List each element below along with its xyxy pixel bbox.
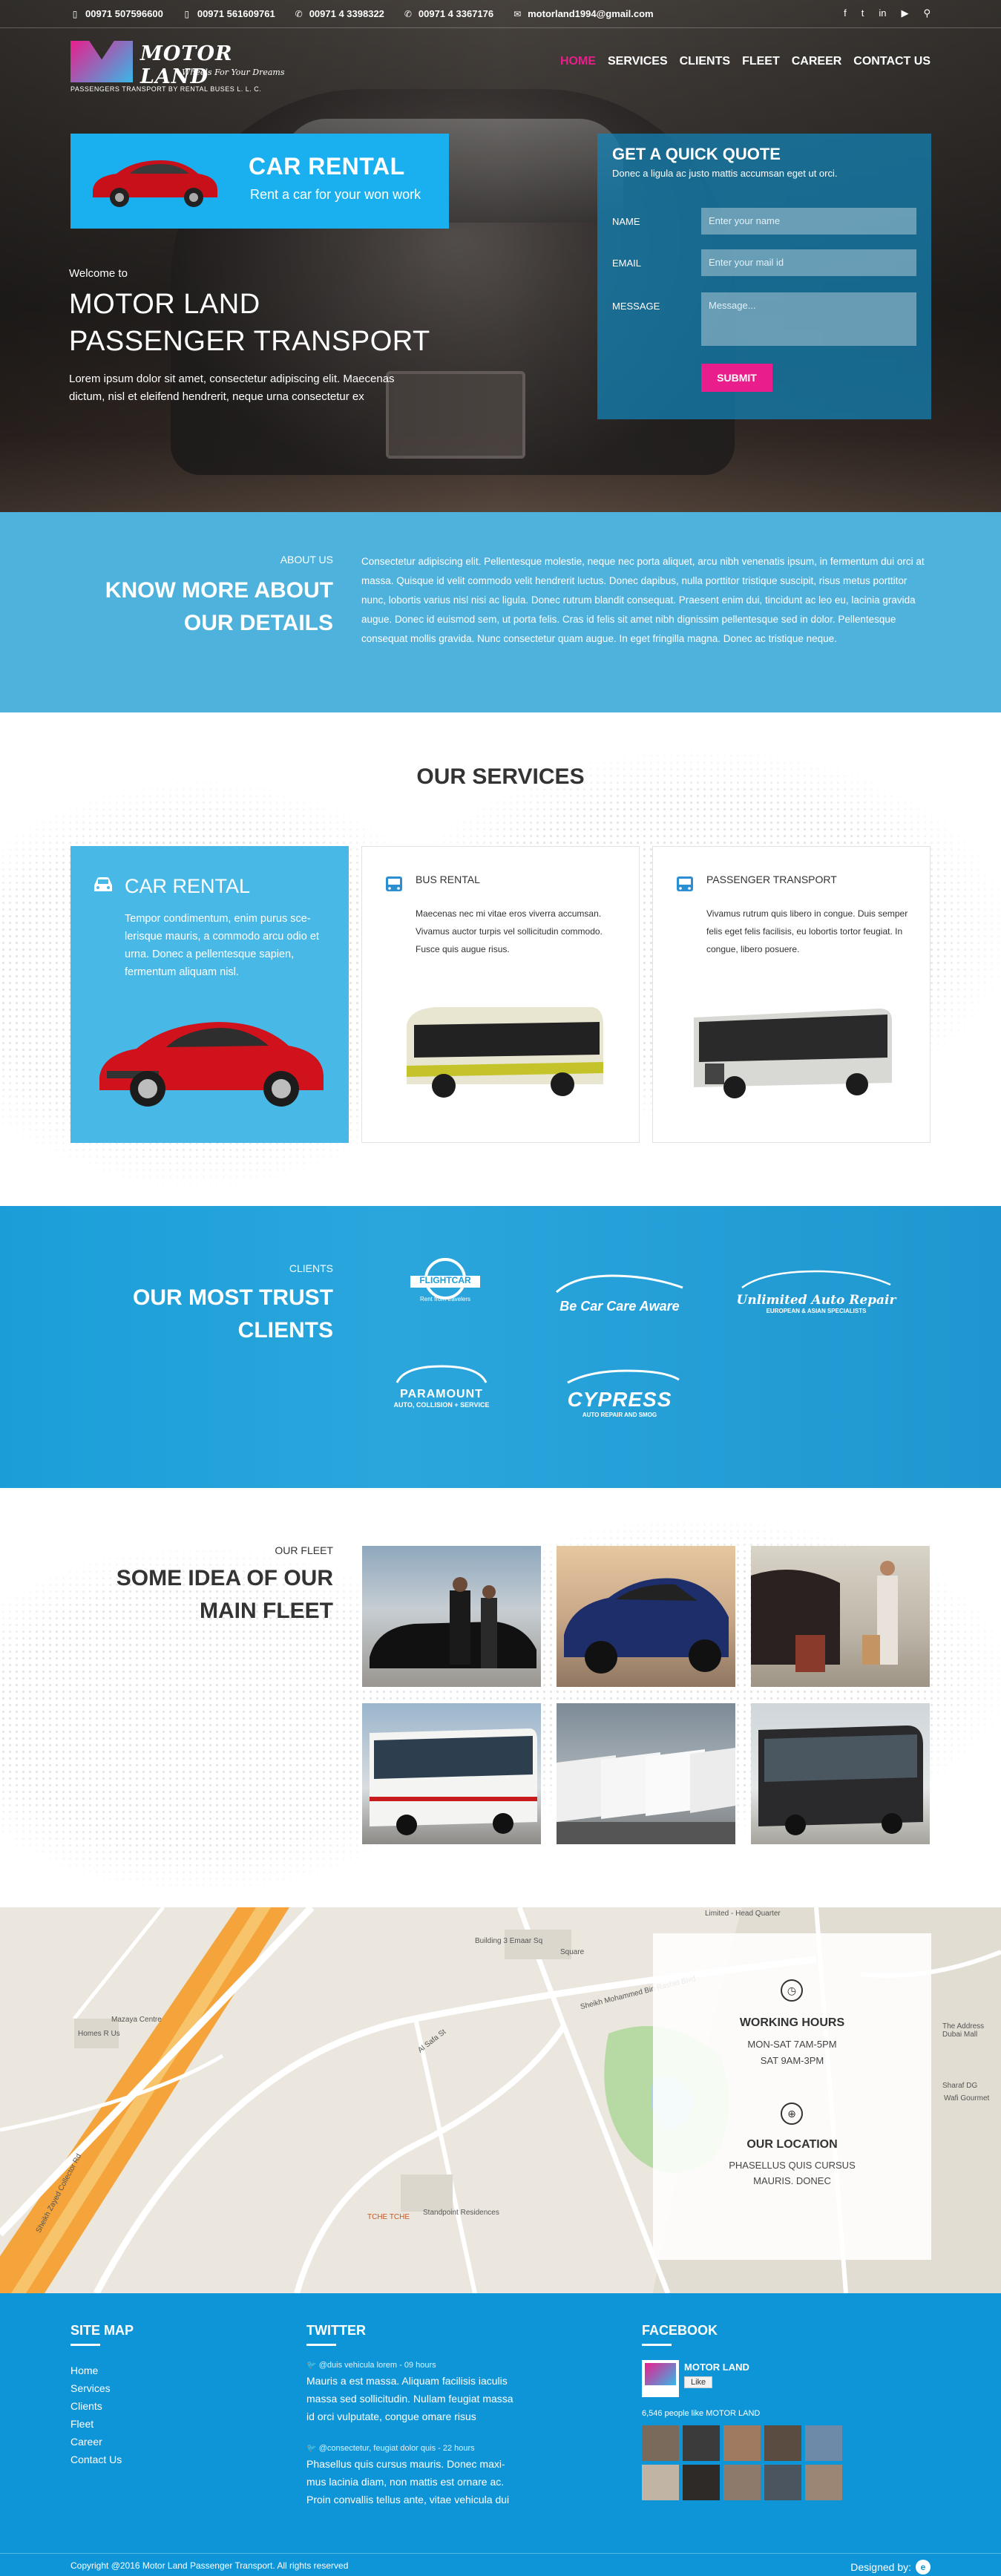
fan-avatar[interactable] (642, 2425, 679, 2461)
client-logo-cypress[interactable]: CYPRESS AUTO REPAIR AND SMOG (545, 1369, 694, 1418)
sitemap-link-career[interactable]: Career (70, 2433, 122, 2451)
service-card-bus-rental[interactable]: BUS RENTAL Maecenas nec mi vitae eros vi… (361, 846, 640, 1143)
designer-logo-icon[interactable]: e (916, 2560, 931, 2575)
car-icon (94, 877, 112, 891)
nav-item-home[interactable]: HOME (560, 55, 596, 68)
phone-item-1: ▯ 00971 507596600 (70, 8, 163, 19)
services-section: OUR SERVICES CAR RENTAL Tempor condiment… (0, 712, 1001, 1206)
client-logo-be-car-care-aware[interactable]: Be Car Care Aware (553, 1273, 686, 1314)
email-item[interactable]: ✉ motorland1994@gmail.com (513, 8, 653, 19)
bus-icon (386, 876, 402, 891)
email-input[interactable]: Enter your mail id (701, 249, 916, 276)
facebook-fans-grid (642, 2425, 842, 2500)
sitemap-link-fleet[interactable]: Fleet (70, 2415, 122, 2433)
fan-avatar[interactable] (683, 2425, 720, 2461)
copyright-bar: Copyright @2016 Motor Land Passenger Tra… (0, 2553, 1001, 2576)
client-logo-paramount[interactable]: PARAMOUNT AUTO, COLLISION + SERVICE (375, 1362, 508, 1409)
message-textarea[interactable]: Message... (701, 292, 916, 346)
fleet-photo-bus-row[interactable] (557, 1703, 735, 1844)
mobile-icon: ▯ (72, 8, 78, 19)
tweet-item[interactable]: 🐦 @consectetur, feugiat dolor quis - 22 … (306, 2442, 514, 2508)
submit-button[interactable]: SUBMIT (701, 364, 772, 392)
nav-item-clients[interactable]: CLIENTS (680, 55, 730, 68)
hero-title: MOTOR LAND PASSENGER TRANSPORT (69, 289, 430, 357)
sitemap-link-services[interactable]: Services (70, 2379, 122, 2397)
top-contact-bar: ▯ 00971 507596600 ▯ 00971 561609761 ✆ 00971… (0, 0, 1001, 28)
about-title: KNOW MORE ABOUT OUR DETAILS (105, 578, 333, 635)
search-icon[interactable]: ⚲ (923, 7, 931, 19)
nav-item-career[interactable]: CAREER (792, 55, 842, 68)
fan-avatar[interactable] (805, 2465, 842, 2500)
twitter-icon: 🐦 (306, 2444, 319, 2453)
hero-welcome: Welcome to MOTOR LAND PASSENGER TRANSPOR… (69, 267, 430, 403)
sitemap-link-contact[interactable]: Contact Us (70, 2451, 122, 2468)
mobile-icon: ▯ (184, 8, 190, 19)
fleet-photo-black-bus[interactable] (751, 1703, 930, 1844)
location-map[interactable]: Building 3 Emaar Sq Limited - Head Quart… (0, 1907, 1001, 2293)
site-logo[interactable]: MOTOR LAND Wheels For Your Dreams PASSEN… (70, 41, 308, 93)
car-rental-banner[interactable]: CAR RENTAL Rent a car for your won work (70, 134, 449, 229)
clients-title: OUR MOST TRUST CLIENTS (133, 1285, 333, 1343)
fleet-photo-white-bus[interactable] (362, 1703, 541, 1844)
fleet-section: OUR FLEET SOME IDEA OF OUR MAIN FLEET (0, 1488, 1001, 1907)
nav-item-fleet[interactable]: FLEET (742, 55, 780, 68)
youtube-icon[interactable]: ▶ (901, 7, 908, 19)
main-nav: HOME SERVICES CLIENTS FLEET CAREER CONTA… (560, 55, 931, 68)
red-car-image (93, 160, 217, 207)
clock-icon: ◷ (781, 1979, 803, 2002)
fan-avatar[interactable] (805, 2425, 842, 2461)
phone-icon: ✆ (295, 8, 303, 19)
bus-icon (677, 876, 693, 891)
phone-item-2: ▯ 00971 561609761 (183, 8, 275, 19)
phone-item-4: ✆ 00971 4 3367176 (404, 8, 494, 19)
fan-avatar[interactable] (764, 2465, 801, 2500)
sitemap-link-clients[interactable]: Clients (70, 2397, 122, 2415)
fan-avatar[interactable] (723, 2425, 761, 2461)
site-footer: SITE MAP Home Services Clients Fleet Car… (0, 2293, 1001, 2576)
service-card-passenger-transport[interactable]: PASSENGER TRANSPORT Vivamus rutrum quis … (652, 846, 931, 1143)
name-input[interactable]: Enter your name (701, 208, 916, 235)
nav-item-contact[interactable]: CONTACT US (853, 55, 931, 68)
facebook-icon[interactable]: f (844, 7, 847, 19)
clients-section: CLIENTS OUR MOST TRUST CLIENTS FLIGHTCAR… (0, 1206, 1001, 1488)
phone-icon: ✆ (404, 8, 412, 19)
linkedin-icon[interactable]: in (879, 7, 886, 19)
logo-mark (70, 41, 133, 82)
twitter-icon: 🐦 (306, 2361, 319, 2370)
nav-item-services[interactable]: SERVICES (608, 55, 668, 68)
service-card-car-rental[interactable]: CAR RENTAL Tempor condimentum, enim puru… (70, 846, 349, 1143)
twitter-icon[interactable]: t (861, 7, 864, 19)
quick-quote-form: GET A QUICK QUOTE Donec a ligula ac just… (597, 134, 931, 419)
fan-avatar[interactable] (683, 2465, 720, 2500)
facebook-page-avatar[interactable] (642, 2360, 679, 2397)
sitemap-link-home[interactable]: Home (70, 2362, 122, 2379)
facebook-like-button[interactable]: Like (684, 2376, 713, 2388)
globe-icon: ⊕ (781, 2103, 803, 2125)
client-logo-flightcar[interactable]: FLIGHTCAR Rent from travelers (404, 1256, 486, 1302)
tweet-item[interactable]: 🐦 @duis vehicula lorem - 09 hours Mauris… (306, 2359, 514, 2425)
red-car-image (99, 1022, 324, 1107)
fleet-title: SOME IDEA OF OUR MAIN FLEET (116, 1566, 333, 1623)
hero-section: ▯ 00971 507596600 ▯ 00971 561609761 ✆ 00971… (0, 0, 1001, 512)
phone-item-3: ✆ 00971 4 3398322 (295, 8, 384, 19)
fan-avatar[interactable] (642, 2465, 679, 2500)
fleet-photo-luggage[interactable] (751, 1546, 930, 1687)
sitemap-links: Home Services Clients Fleet Career Conta… (70, 2362, 122, 2468)
fleet-photo-bmw[interactable] (557, 1546, 735, 1687)
envelope-icon: ✉ (513, 8, 522, 19)
fan-avatar[interactable] (723, 2465, 761, 2500)
coach-bus-image (407, 1007, 603, 1098)
about-section: ABOUT US KNOW MORE ABOUT OUR DETAILS Con… (0, 512, 1001, 712)
city-bus-image (694, 1009, 892, 1098)
contact-info-panel: ◷ WORKING HOURS MON-SAT 7AM-5PM SAT 9AM-… (653, 1933, 931, 2260)
fleet-photo-chauffeur[interactable] (362, 1546, 541, 1687)
client-logo-unlimited-auto-repair[interactable]: Unlimited Auto Repair EUROPEAN & ASIAN S… (735, 1267, 898, 1314)
fan-avatar[interactable] (764, 2425, 801, 2461)
